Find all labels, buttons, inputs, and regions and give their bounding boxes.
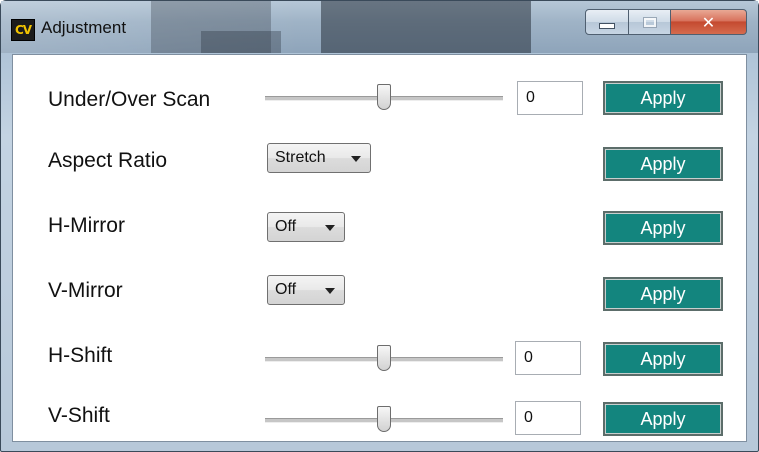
h-shift-slider[interactable]: [265, 344, 503, 374]
v-shift-value-input[interactable]: [515, 401, 581, 435]
aspect-ratio-dropdown[interactable]: Stretch: [267, 143, 371, 173]
h-mirror-dropdown[interactable]: Off: [267, 212, 345, 242]
h-mirror-apply-button[interactable]: Apply: [603, 211, 723, 245]
v-mirror-selected-value: Off: [275, 281, 297, 298]
minimize-icon: [599, 23, 615, 29]
client-area: Under/Over Scan Apply Aspect Ratio Stret…: [12, 54, 747, 442]
aspect-ratio-selected-value: Stretch: [275, 149, 326, 166]
v-shift-apply-button[interactable]: Apply: [603, 402, 723, 436]
h-mirror-label: H-Mirror: [48, 214, 125, 237]
maximize-button[interactable]: [629, 9, 671, 35]
slider-thumb[interactable]: [377, 345, 391, 371]
caption-buttons: ✕: [585, 9, 747, 35]
h-shift-apply-button[interactable]: Apply: [603, 342, 723, 376]
chevron-down-icon: [351, 156, 361, 162]
aspect-ratio-apply-button[interactable]: Apply: [603, 147, 723, 181]
titlebar-background-glass: [321, 1, 531, 53]
h-mirror-selected-value: Off: [275, 218, 297, 235]
v-shift-slider[interactable]: [265, 405, 503, 435]
aspect-ratio-label: Aspect Ratio: [48, 149, 168, 172]
under-over-scan-slider[interactable]: [265, 83, 503, 113]
close-button[interactable]: ✕: [671, 9, 747, 35]
v-mirror-label: V-Mirror: [48, 279, 123, 302]
adjustment-window: CV Adjustment ✕ Under/Over Scan Apply As…: [0, 0, 759, 452]
chevron-down-icon: [325, 288, 335, 294]
v-mirror-dropdown[interactable]: Off: [267, 275, 345, 305]
h-shift-value-input[interactable]: [515, 341, 581, 375]
minimize-button[interactable]: [585, 9, 629, 35]
maximize-icon: [642, 16, 657, 28]
slider-thumb[interactable]: [377, 84, 391, 110]
titlebar-background-glass: [201, 31, 281, 53]
under-over-scan-value-input[interactable]: [517, 81, 583, 115]
h-shift-label: H-Shift: [48, 344, 113, 367]
under-over-scan-label: Under/Over Scan: [48, 88, 211, 111]
app-logo: CV: [11, 19, 35, 41]
slider-thumb[interactable]: [377, 406, 391, 432]
window-title: Adjustment: [41, 18, 127, 37]
v-shift-label: V-Shift: [48, 404, 110, 427]
close-icon: ✕: [701, 12, 716, 32]
chevron-down-icon: [325, 225, 335, 231]
under-over-scan-apply-button[interactable]: Apply: [603, 81, 723, 115]
title-bar[interactable]: CV Adjustment ✕: [1, 1, 758, 53]
v-mirror-apply-button[interactable]: Apply: [603, 277, 723, 311]
